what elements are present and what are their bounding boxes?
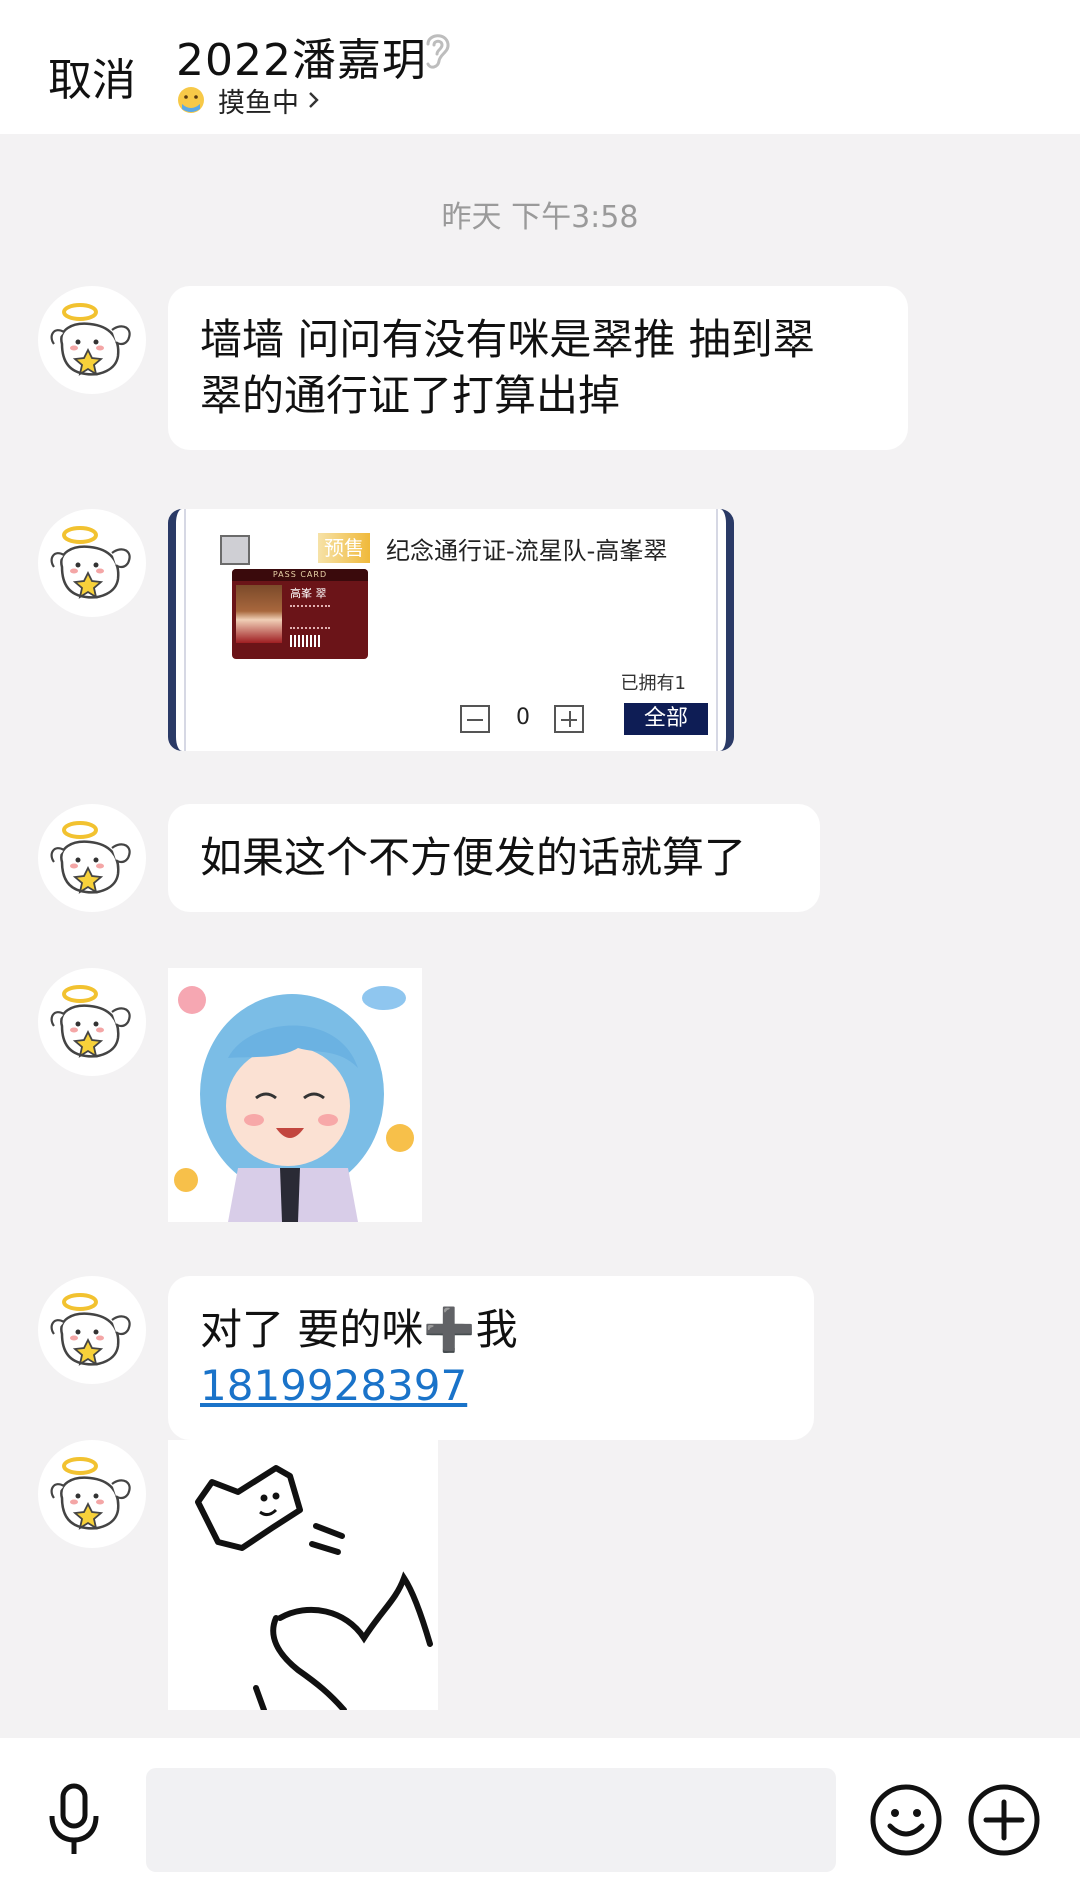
message-text: 翠的通行证了打算出掉 <box>200 371 621 420</box>
plus-circle-icon[interactable] <box>966 1782 1042 1858</box>
angel-ghost-avatar-icon <box>50 1457 131 1530</box>
card-title: 纪念通行证-流星队-高峯翠 <box>386 537 668 565</box>
pass-card-photo <box>236 585 282 643</box>
pass-card-image: PASS CARD 高峯 翠 <box>232 569 368 659</box>
message-text: 我 <box>475 1305 518 1354</box>
decrease-quantity-button[interactable] <box>460 705 490 733</box>
qq-number-link[interactable]: 1819928397 <box>200 1361 467 1410</box>
angel-ghost-avatar-icon <box>50 985 131 1058</box>
cancel-button[interactable]: 取消 <box>48 44 136 108</box>
quantity-value: 0 <box>516 705 530 730</box>
status-row[interactable]: 摸鱼中 <box>176 80 321 120</box>
input-bar <box>0 1738 1080 1901</box>
microphone-icon[interactable] <box>44 1782 104 1858</box>
avatar[interactable] <box>38 968 146 1076</box>
avatar[interactable] <box>38 804 146 912</box>
message-text: 墙墙 问问有没有咪是翠推 抽到翠 <box>200 315 815 364</box>
message-bubble[interactable]: 墙墙 问问有没有咪是翠推 抽到翠 翠的通行证了打算出掉 <box>168 286 908 450</box>
presale-tag: 预售 <box>318 533 370 563</box>
chevron-right-icon <box>309 92 319 108</box>
angel-ghost-avatar-icon <box>50 1293 131 1366</box>
fishing-emoji-icon <box>178 87 204 113</box>
angel-ghost-avatar-icon <box>50 526 131 599</box>
avatar[interactable] <box>38 1440 146 1548</box>
chat-header: 取消 2022潘嘉玥 摸鱼中 <box>0 0 1080 134</box>
card-body: 预售 纪念通行证-流星队-高峯翠 PASS CARD 高峯 翠 已拥有1 0 全… <box>184 509 718 751</box>
increase-quantity-button[interactable] <box>554 705 584 733</box>
pass-card-label: PASS CARD <box>232 569 368 581</box>
message-text: 对了 要的咪 <box>200 1305 424 1354</box>
pass-card-name: 高峯 翠 <box>290 587 327 600</box>
pass-card-info-lines <box>290 605 330 629</box>
card-checkbox[interactable] <box>220 535 250 565</box>
message-input[interactable] <box>146 1768 836 1872</box>
message-text: 如果这个不方便发的话就算了 <box>200 833 747 882</box>
select-all-button[interactable]: 全部 <box>624 703 708 735</box>
plus-emoji-icon: ➕ <box>423 1305 476 1354</box>
message-bubble[interactable]: 如果这个不方便发的话就算了 <box>168 804 820 912</box>
anime-girl-sticker[interactable] <box>168 968 422 1222</box>
avatar[interactable] <box>38 1276 146 1384</box>
status-text: 摸鱼中 <box>218 87 299 119</box>
angel-ghost-avatar-icon <box>50 821 131 894</box>
shared-product-card[interactable]: 预售 纪念通行证-流星队-高峯翠 PASS CARD 高峯 翠 已拥有1 0 全… <box>168 509 734 751</box>
message-timestamp: 昨天 下午3:58 <box>441 200 639 235</box>
avatar[interactable] <box>38 286 146 394</box>
barcode-icon <box>290 635 320 647</box>
message-bubble[interactable]: 对了 要的咪➕我1819928397 <box>168 1276 814 1440</box>
emoji-icon[interactable] <box>868 1782 944 1858</box>
contact-name[interactable]: 2022潘嘉玥 <box>176 24 427 88</box>
avatar[interactable] <box>38 509 146 617</box>
ear-icon[interactable] <box>418 28 454 72</box>
owned-count: 已拥有1 <box>620 673 686 694</box>
angel-ghost-avatar-icon <box>50 303 131 376</box>
cat-doodle-sticker[interactable] <box>168 1440 438 1710</box>
